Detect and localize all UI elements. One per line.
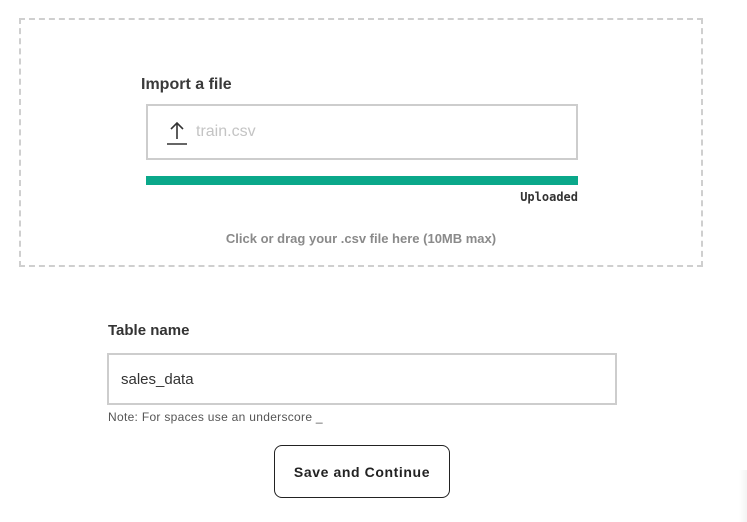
table-name-label: Table name bbox=[108, 322, 190, 339]
upload-progress-bar bbox=[146, 176, 578, 185]
import-file-label: Import a file bbox=[141, 76, 232, 93]
selected-file-name: train.csv bbox=[196, 123, 256, 140]
dropzone-hint: Click or drag your .csv file here (10MB … bbox=[225, 231, 497, 246]
upload-arrow-icon bbox=[166, 120, 188, 146]
table-name-note: Note: For spaces use an underscore _ bbox=[108, 410, 323, 424]
file-select-box[interactable]: train.csv bbox=[146, 104, 578, 160]
upload-status-text: Uploaded bbox=[520, 190, 578, 204]
save-and-continue-button[interactable]: Save and Continue bbox=[274, 445, 450, 498]
table-name-input[interactable] bbox=[107, 353, 617, 405]
page-scroll-edge bbox=[739, 470, 747, 522]
upload-progress-fill bbox=[146, 176, 578, 185]
